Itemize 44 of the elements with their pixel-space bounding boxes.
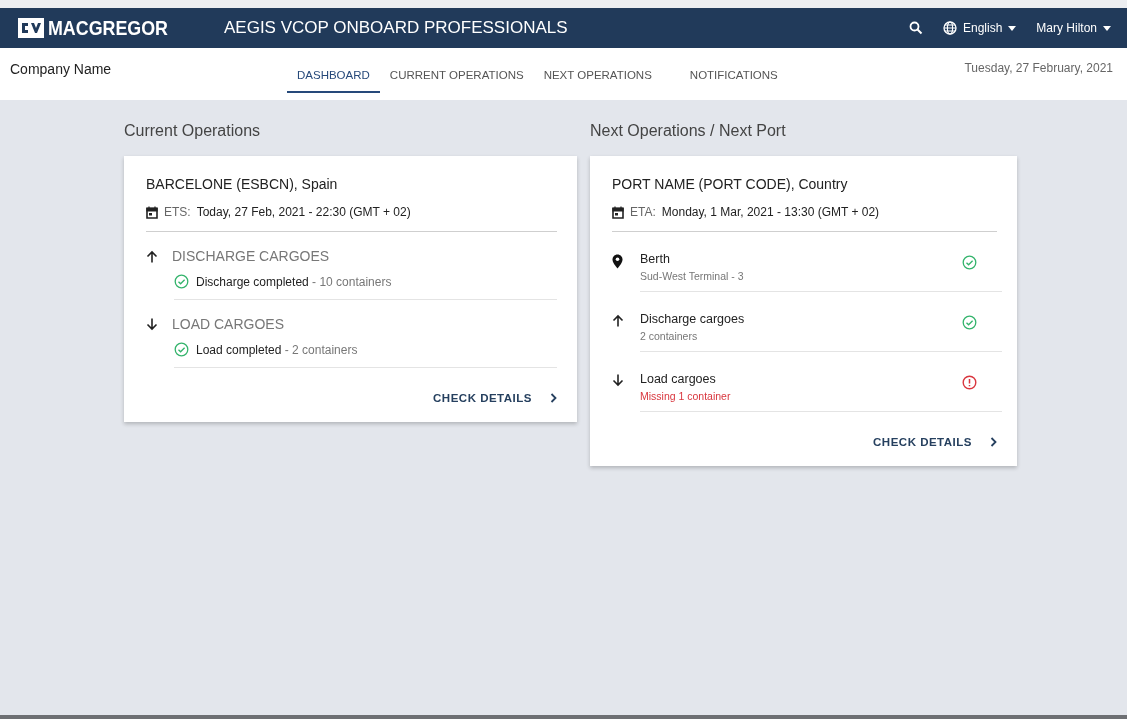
row-subtitle: 2 containers <box>640 330 699 342</box>
nav-tab[interactable]: NEXT OPERATIONS <box>533 48 662 93</box>
arrow-down-icon <box>146 317 158 331</box>
caret-icon <box>1008 25 1017 31</box>
search-icon[interactable] <box>908 21 923 35</box>
chevron-right-icon <box>550 393 557 403</box>
status-text: Discharge completed - 10 containers <box>196 274 392 289</box>
section-title: Current Operations <box>124 122 262 140</box>
current-date: Tuesday, 27 February, 2021 <box>964 61 1113 75</box>
arrow-up-icon <box>146 249 158 263</box>
nav-tab[interactable]: CURRENT OPERATIONS <box>379 48 534 93</box>
nav-tab[interactable]: DASHBOARD <box>287 48 380 93</box>
row-subtitle: Sud-West Terminal - 3 <box>640 270 745 282</box>
calendar-icon <box>146 205 158 219</box>
brand-logo: MACGREGOR <box>48 16 168 40</box>
company-name: Company Name <box>10 61 113 77</box>
arrow-down-icon <box>612 374 624 387</box>
row-title: Discharge cargoes <box>640 312 746 326</box>
chevron-right-icon <box>990 437 997 447</box>
row-title: Load cargoes <box>640 372 717 386</box>
location-pin-icon <box>612 254 623 269</box>
user-menu[interactable]: Mary Hilton <box>1036 21 1111 35</box>
section-heading: DISCHARGE CARGOES <box>172 248 330 264</box>
check-details-link[interactable]: CHECK DETAILS <box>433 392 557 404</box>
port-name: PORT NAME (PORT CODE), Country <box>612 176 849 192</box>
nav-tab[interactable]: NOTIFICATIONS <box>679 48 788 93</box>
language-selector[interactable]: English <box>942 21 1017 35</box>
arrow-up-icon <box>612 314 624 327</box>
status-text: Load completed - 2 containers <box>196 342 358 357</box>
section-title: Next Operations / Next Port <box>590 122 787 140</box>
check-details-link[interactable]: CHECK DETAILS <box>873 436 997 448</box>
calendar-icon <box>612 205 624 219</box>
globe-icon <box>942 21 957 35</box>
caret-icon <box>1103 25 1111 31</box>
port-name: BARCELONE (ESBCN), Spain <box>146 176 339 192</box>
app-title: AEGIS VCOP ONBOARD PROFESSIONALS <box>224 18 568 38</box>
date-value: Today, 27 Feb, 2021 - 22:30 (GMT + 02) <box>196 205 411 219</box>
date-value: Monday, 1 Mar, 2021 - 13:30 (GMT + 02) <box>661 205 880 219</box>
logo-icon <box>18 18 44 38</box>
date-label: ETS: <box>164 205 191 219</box>
section-heading: LOAD CARGOES <box>172 316 285 332</box>
row-title: Berth <box>640 252 671 266</box>
row-subtitle: Missing 1 container <box>640 390 732 402</box>
date-label: ETA: <box>630 205 656 219</box>
